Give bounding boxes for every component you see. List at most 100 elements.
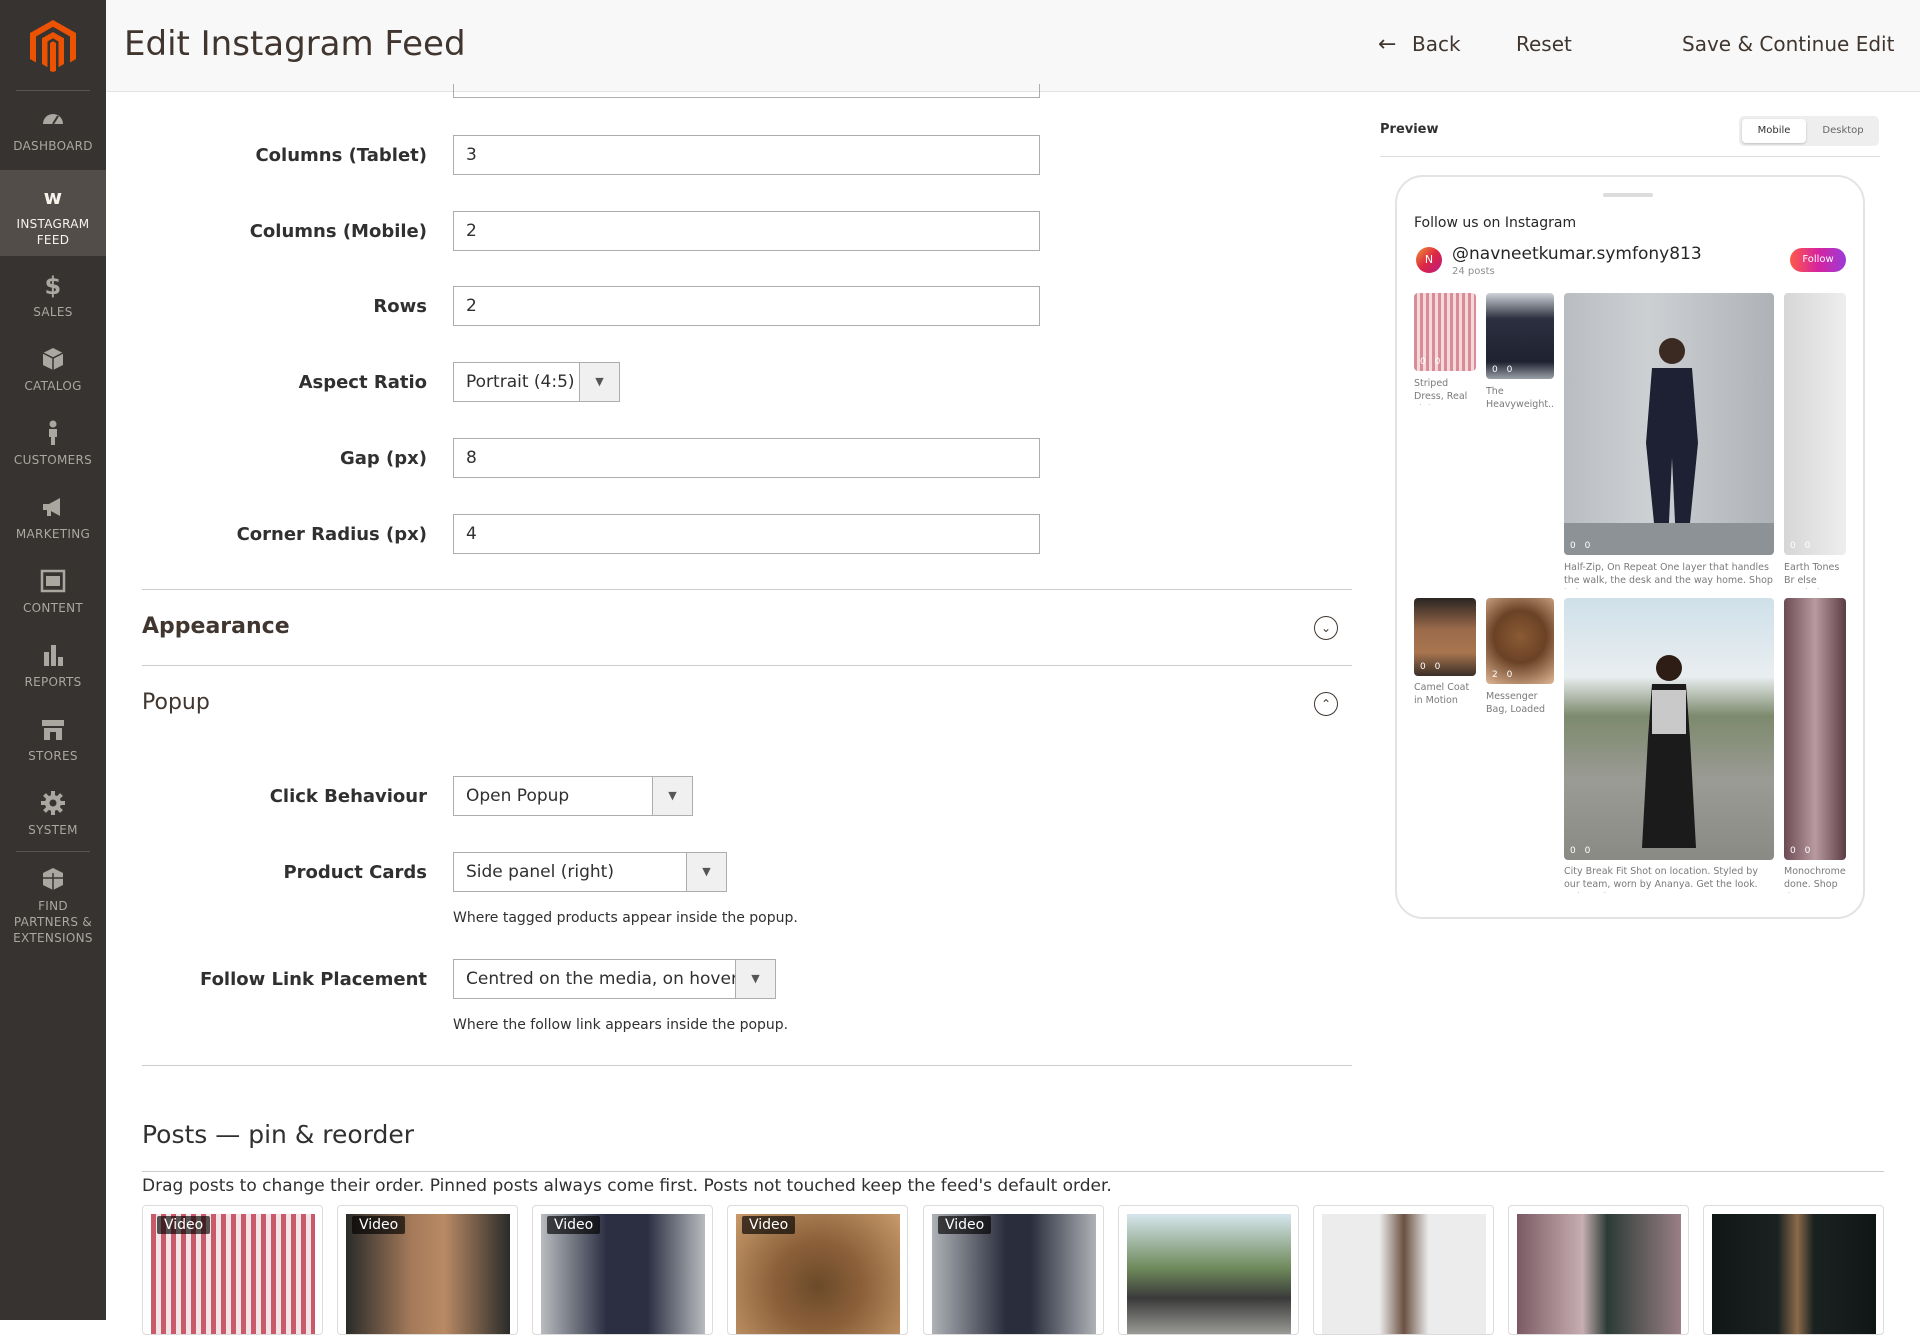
page-title: Edit Instagram Feed bbox=[124, 24, 466, 64]
corner-radius-input[interactable]: 4 bbox=[453, 514, 1040, 554]
sidebar-item-label: MARKETING bbox=[15, 527, 91, 541]
feed-tile[interactable]: 2 0 bbox=[1486, 598, 1554, 684]
feed-heading: Follow us on Instagram bbox=[1414, 215, 1577, 231]
extensions-box-icon bbox=[43, 868, 63, 890]
sidebar-item-system[interactable]: SYSTEM bbox=[0, 790, 106, 850]
chevron-down-icon[interactable]: ▼ bbox=[735, 960, 775, 998]
popup-section-header[interactable]: Popup ⌃ bbox=[142, 665, 1352, 741]
tile-stats: 0 0 bbox=[1570, 541, 1594, 551]
avatar: N bbox=[1416, 247, 1442, 273]
sidebar-item-label: FIND PARTNERS & EXTENSIONS bbox=[13, 899, 93, 945]
tile-caption: Messenger Bag, Loaded Lapto... bbox=[1486, 691, 1546, 718]
post-card[interactable] bbox=[1313, 1205, 1494, 1335]
field-hint: Where the follow link appears inside the… bbox=[453, 1017, 789, 1033]
post-card[interactable]: Video bbox=[923, 1205, 1104, 1335]
field-aspect-ratio: Aspect Ratio Portrait (4:5) ▼ bbox=[142, 362, 1352, 402]
post-card[interactable] bbox=[1508, 1205, 1689, 1335]
instagram-feed-icon: w bbox=[44, 185, 63, 209]
chevron-down-icon[interactable]: ▼ bbox=[652, 777, 692, 815]
instagram-handle[interactable]: @navneetkumar.symfony813 bbox=[1452, 244, 1702, 264]
field-follow-link: Follow Link Placement Centred on the med… bbox=[142, 959, 1352, 1033]
sidebar-item-marketing[interactable]: MARKETING bbox=[0, 494, 106, 554]
field-label: Corner Radius (px) bbox=[236, 524, 427, 545]
field-label: Columns (Tablet) bbox=[255, 145, 427, 166]
sidebar-item-stores[interactable]: STORES bbox=[0, 716, 106, 776]
rows-input[interactable]: 2 bbox=[453, 286, 1040, 326]
content-icon bbox=[40, 569, 66, 593]
feed-tile[interactable]: 0 0 bbox=[1784, 598, 1846, 860]
post-card[interactable]: Video bbox=[727, 1205, 908, 1335]
video-badge: Video bbox=[547, 1216, 601, 1234]
gear-icon bbox=[41, 791, 65, 815]
tile-caption: Striped Dress, Real Light N... bbox=[1414, 378, 1468, 405]
select-value: Open Popup bbox=[466, 786, 570, 806]
click-behaviour-select[interactable]: Open Popup ▼ bbox=[453, 776, 693, 816]
sidebar-item-dashboard[interactable]: DASHBOARD bbox=[0, 106, 106, 166]
desktop-preview-button[interactable]: Desktop bbox=[1811, 119, 1875, 143]
appearance-section-header[interactable]: Appearance ⌄ bbox=[142, 589, 1352, 665]
select-value: Centred on the media, on hover bbox=[466, 969, 738, 989]
product-cards-select[interactable]: Side panel (right) ▼ bbox=[453, 852, 727, 892]
field-columns-tablet: Columns (Tablet) 3 bbox=[142, 135, 1352, 175]
sidebar-item-label: DASHBOARD bbox=[13, 139, 93, 153]
sidebar-item-reports[interactable]: REPORTS bbox=[0, 642, 106, 702]
feed-tile[interactable]: 0 0 bbox=[1564, 598, 1774, 860]
sidebar-item-label: STORES bbox=[28, 749, 78, 763]
field-label: Columns (Mobile) bbox=[249, 221, 427, 242]
post-card[interactable] bbox=[1703, 1205, 1884, 1335]
svg-text:w: w bbox=[44, 185, 63, 209]
sidebar-divider bbox=[16, 90, 90, 91]
chevron-down-icon[interactable]: ▼ bbox=[686, 853, 726, 891]
tile-caption: The Heavyweight... bbox=[1486, 386, 1554, 410]
preview-divider bbox=[1380, 156, 1880, 157]
feed-tile[interactable]: 0 0 bbox=[1564, 293, 1774, 555]
feed-tile[interactable]: 0 0 bbox=[1784, 293, 1846, 555]
sidebar-item-sales[interactable]: $ SALES bbox=[0, 272, 106, 332]
field-corner-radius: Corner Radius (px) 4 bbox=[142, 514, 1352, 554]
select-value: Side panel (right) bbox=[466, 862, 614, 882]
gap-input[interactable]: 8 bbox=[453, 438, 1040, 478]
columns-tablet-input[interactable]: 3 bbox=[453, 135, 1040, 175]
page-header: Edit Instagram Feed ← Back Reset Save & C… bbox=[106, 0, 1920, 92]
dashboard-icon bbox=[43, 114, 63, 125]
save-continue-button[interactable]: Save & Continue Edit bbox=[1682, 32, 1894, 56]
back-button[interactable]: ← Back bbox=[1378, 32, 1461, 57]
chevron-down-icon[interactable]: ▼ bbox=[579, 363, 619, 401]
field-rows: Rows 2 bbox=[142, 286, 1352, 326]
sidebar-item-catalog[interactable]: CATALOG bbox=[0, 346, 106, 406]
preview-device-toggle: Mobile Desktop bbox=[1739, 116, 1879, 146]
post-card[interactable] bbox=[1118, 1205, 1299, 1335]
magento-logo-icon[interactable] bbox=[30, 20, 76, 72]
sidebar-item-content[interactable]: CONTENT bbox=[0, 568, 106, 628]
cube-icon bbox=[42, 348, 64, 370]
video-badge: Video bbox=[352, 1216, 406, 1234]
tile-caption: Monochrome done. Shop th bbox=[1784, 866, 1846, 893]
follow-link-select[interactable]: Centred on the media, on hover ▼ bbox=[453, 959, 776, 999]
post-thumbnail bbox=[1712, 1214, 1876, 1334]
chevron-up-icon[interactable]: ⌃ bbox=[1314, 692, 1338, 716]
store-icon bbox=[42, 720, 64, 740]
field-hint: Where tagged products appear inside the … bbox=[453, 910, 798, 926]
admin-sidebar: DASHBOARD w INSTAGRAM FEED $ SALES CATAL… bbox=[0, 0, 106, 1320]
bar-chart-icon bbox=[44, 645, 63, 666]
aspect-ratio-select[interactable]: Portrait (4:5) ▼ bbox=[453, 362, 620, 402]
post-card[interactable]: Video bbox=[142, 1205, 323, 1335]
follow-button[interactable]: Follow bbox=[1790, 248, 1846, 272]
feed-tile[interactable]: 0 0 bbox=[1486, 293, 1554, 379]
feed-tile[interactable]: 0 0 bbox=[1414, 598, 1476, 676]
columns-mobile-input[interactable]: 2 bbox=[453, 211, 1040, 251]
sidebar-item-customers[interactable]: CUSTOMERS bbox=[0, 420, 106, 480]
sidebar-item-find-partners[interactable]: FIND PARTNERS & EXTENSIONS bbox=[0, 866, 106, 946]
sidebar-item-instagram-feed[interactable]: w INSTAGRAM FEED bbox=[0, 170, 106, 256]
section-divider bbox=[142, 1065, 1352, 1066]
partial-input[interactable] bbox=[453, 84, 1040, 98]
video-badge: Video bbox=[742, 1216, 796, 1234]
feed-tile[interactable]: 0 0 bbox=[1414, 293, 1476, 371]
post-card[interactable]: Video bbox=[532, 1205, 713, 1335]
reset-button[interactable]: Reset bbox=[1516, 32, 1572, 56]
post-card[interactable]: Video bbox=[337, 1205, 518, 1335]
sidebar-item-label: CATALOG bbox=[24, 379, 82, 393]
field-label: Aspect Ratio bbox=[298, 372, 427, 393]
chevron-down-icon[interactable]: ⌄ bbox=[1314, 616, 1338, 640]
mobile-preview-button[interactable]: Mobile bbox=[1742, 119, 1806, 143]
